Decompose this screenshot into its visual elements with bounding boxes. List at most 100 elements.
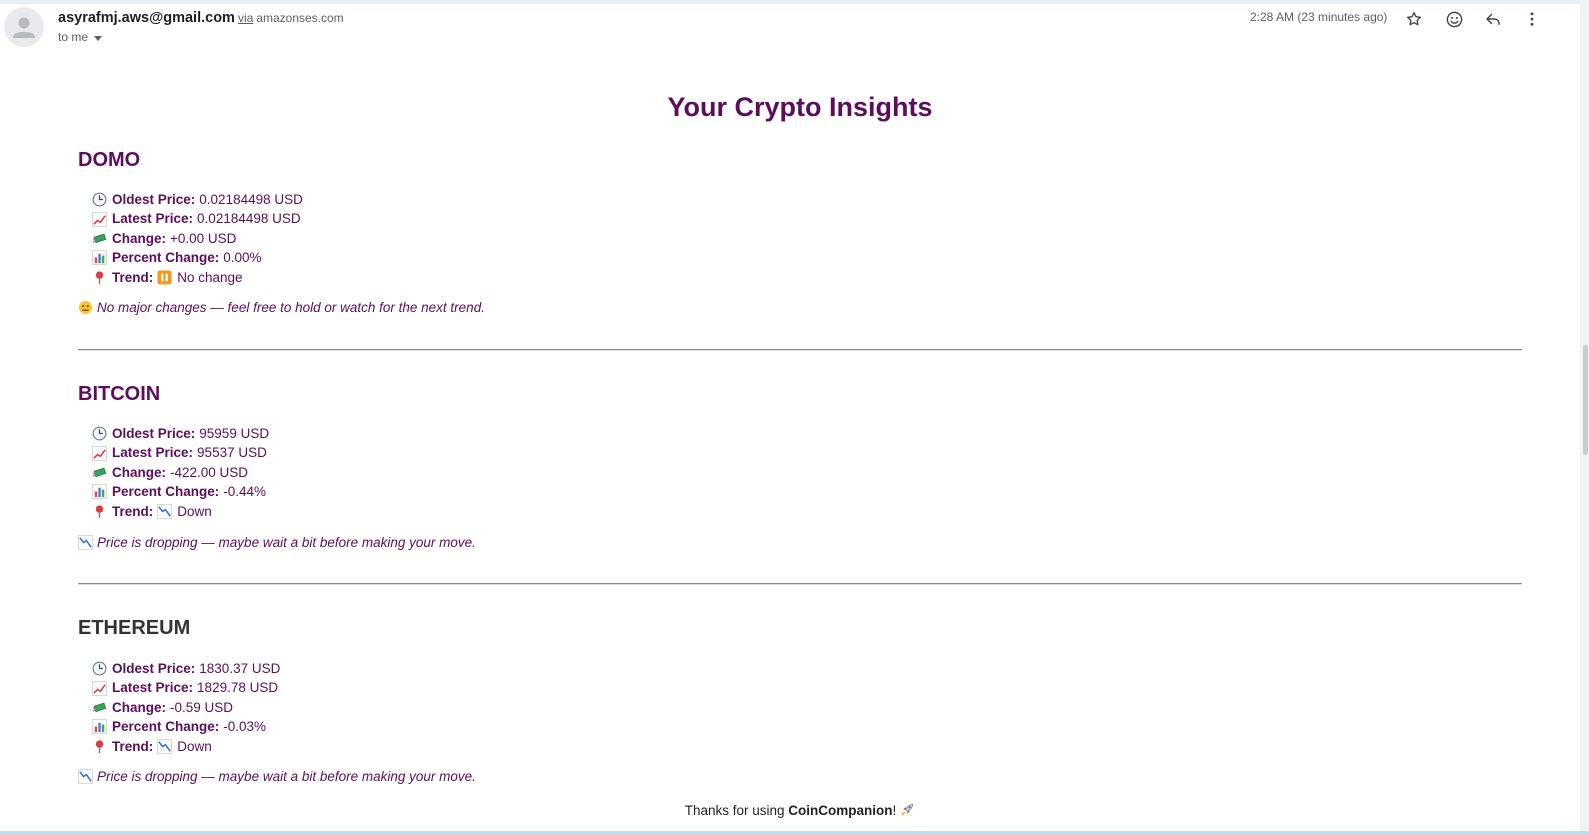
change-row: Change: -0.59 USD (92, 698, 280, 717)
chart-decreasing-icon (157, 738, 173, 754)
oldest-price-row: Oldest Price: 0.02184498 USD (92, 190, 303, 209)
message-timestamp: 2:28 AM (23 minutes ago) (1250, 10, 1388, 24)
change-row: Change: +0.00 USD (92, 229, 303, 248)
bar-chart-icon (92, 250, 107, 266)
advice-note-bitcoin: Price is dropping — maybe wait a bit bef… (78, 535, 476, 550)
chart-increasing-icon (92, 445, 107, 461)
message-header: asyrafmj.aws@gmail.com via amazonses.com t… (0, 4, 1580, 54)
reply-icon (1486, 13, 1500, 25)
chart-decreasing-icon (78, 535, 93, 550)
footer-brand: CoinCompanion (788, 803, 893, 818)
change-label: Change: (112, 230, 166, 246)
percent-change-value: -0.44% (223, 484, 267, 500)
change-row: Change: -422.00 USD (92, 463, 269, 482)
latest-price-label: Latest Price: (112, 680, 194, 696)
trend-value: Down (177, 738, 212, 754)
percent-change-value: -0.03% (223, 719, 267, 735)
chart-increasing-icon (92, 211, 107, 227)
reply-button[interactable] (1480, 6, 1506, 32)
neutral-face-icon (78, 300, 93, 315)
footer-prefix: Thanks for using (684, 803, 789, 818)
advice-text: Price is dropping — maybe wait a bit bef… (97, 769, 476, 784)
emoji-reaction-icon (1446, 11, 1462, 27)
bar-chart-icon (92, 484, 107, 500)
oldest-price-label: Oldest Price: (112, 661, 196, 676)
rocket-icon (900, 802, 915, 820)
trend-value: No change (177, 269, 243, 285)
latest-price-row: Latest Price: 0.02184498 USD (92, 209, 303, 228)
latest-price-label: Latest Price: (112, 445, 194, 461)
percent-change-label: Percent Change: (112, 250, 220, 266)
percent-change-row: Percent Change: 0.00% (92, 248, 303, 267)
sender-line: asyrafmj.aws@gmail.com via amazonses.com (58, 9, 344, 26)
section-divider (78, 583, 1522, 585)
change-label: Change: (112, 699, 166, 715)
trend-row: Trend: No change (92, 268, 303, 287)
to-label: to me (58, 30, 89, 44)
trend-label: Trend: (112, 269, 154, 285)
via-link[interactable]: via (238, 11, 253, 25)
money-with-wings-icon (92, 700, 107, 715)
latest-price-label: Latest Price: (112, 211, 194, 227)
percent-change-value: 0.00% (223, 250, 262, 266)
coin-stats-domo: Oldest Price: 0.02184498 USD Latest Pric… (92, 190, 303, 287)
change-value: -422.00 USD (170, 464, 249, 480)
clock-icon (92, 661, 107, 676)
change-label: Change: (112, 464, 166, 480)
coin-heading-domo: DOMO (78, 149, 141, 171)
latest-price-value: 1829.78 USD (197, 680, 279, 696)
advice-text: No major changes — feel free to hold or … (97, 300, 485, 315)
pushpin-icon (92, 739, 107, 754)
clock-icon (92, 192, 107, 207)
percent-change-row: Percent Change: -0.44% (92, 482, 269, 501)
chart-increasing-icon (92, 680, 107, 696)
star-icon (1406, 11, 1422, 26)
pushpin-icon (92, 504, 107, 519)
advice-note-ethereum: Price is dropping — maybe wait a bit bef… (78, 769, 476, 784)
scrollbar-thumb[interactable] (1583, 345, 1588, 455)
email-view: asyrafmj.aws@gmail.com via amazonses.com t… (0, 0, 1589, 835)
clock-icon (92, 426, 107, 441)
chart-decreasing-icon (157, 503, 173, 519)
recipient-details-toggle[interactable]: to me (58, 30, 103, 44)
oldest-price-row: Oldest Price: 95959 USD (92, 424, 269, 443)
percent-change-label: Percent Change: (112, 484, 220, 500)
more-options-button[interactable] (1519, 6, 1545, 32)
percent-change-row: Percent Change: -0.03% (92, 717, 280, 736)
change-value: +0.00 USD (170, 230, 237, 246)
oldest-price-label: Oldest Price: (112, 192, 196, 207)
trend-row: Trend: Down (92, 737, 280, 756)
trend-value: Down (177, 503, 212, 519)
coin-stats-ethereum: Oldest Price: 1830.37 USD Latest Price: … (92, 659, 280, 756)
money-with-wings-icon (92, 231, 107, 246)
latest-price-value: 95537 USD (197, 445, 267, 461)
more-options-icon (1530, 12, 1534, 26)
caret-down-icon (94, 35, 103, 41)
sender-email[interactable]: asyrafmj.aws@gmail.com (58, 10, 235, 26)
advice-note-domo: No major changes — feel free to hold or … (78, 300, 485, 315)
person-icon (13, 17, 35, 38)
sender-avatar[interactable] (4, 7, 44, 47)
coin-heading-ethereum: ETHEREUM (78, 617, 191, 639)
email-title: Your Crypto Insights (667, 92, 933, 122)
section-divider (78, 349, 1522, 351)
oldest-price-label: Oldest Price: (112, 426, 196, 441)
star-button[interactable] (1401, 6, 1427, 32)
pushpin-icon (92, 270, 107, 285)
oldest-price-value: 0.02184498 USD (199, 192, 303, 207)
oldest-price-row: Oldest Price: 1830.37 USD (92, 659, 280, 678)
change-value: -0.59 USD (170, 699, 234, 715)
latest-price-row: Latest Price: 1829.78 USD (92, 678, 280, 697)
advice-text: Price is dropping — maybe wait a bit bef… (97, 535, 476, 550)
bottom-bar (0, 831, 1589, 835)
latest-price-row: Latest Price: 95537 USD (92, 443, 269, 462)
oldest-price-value: 95959 USD (199, 426, 270, 441)
email-footer: Thanks for using CoinCompanion! (0, 802, 1589, 820)
latest-price-value: 0.02184498 USD (197, 211, 301, 227)
percent-change-label: Percent Change: (112, 719, 220, 735)
chart-decreasing-icon (78, 769, 93, 784)
bar-chart-icon (92, 719, 107, 735)
add-reaction-button[interactable] (1441, 6, 1467, 32)
oldest-price-value: 1830.37 USD (199, 661, 281, 676)
coin-stats-bitcoin: Oldest Price: 95959 USD Latest Price: 95… (92, 424, 269, 521)
